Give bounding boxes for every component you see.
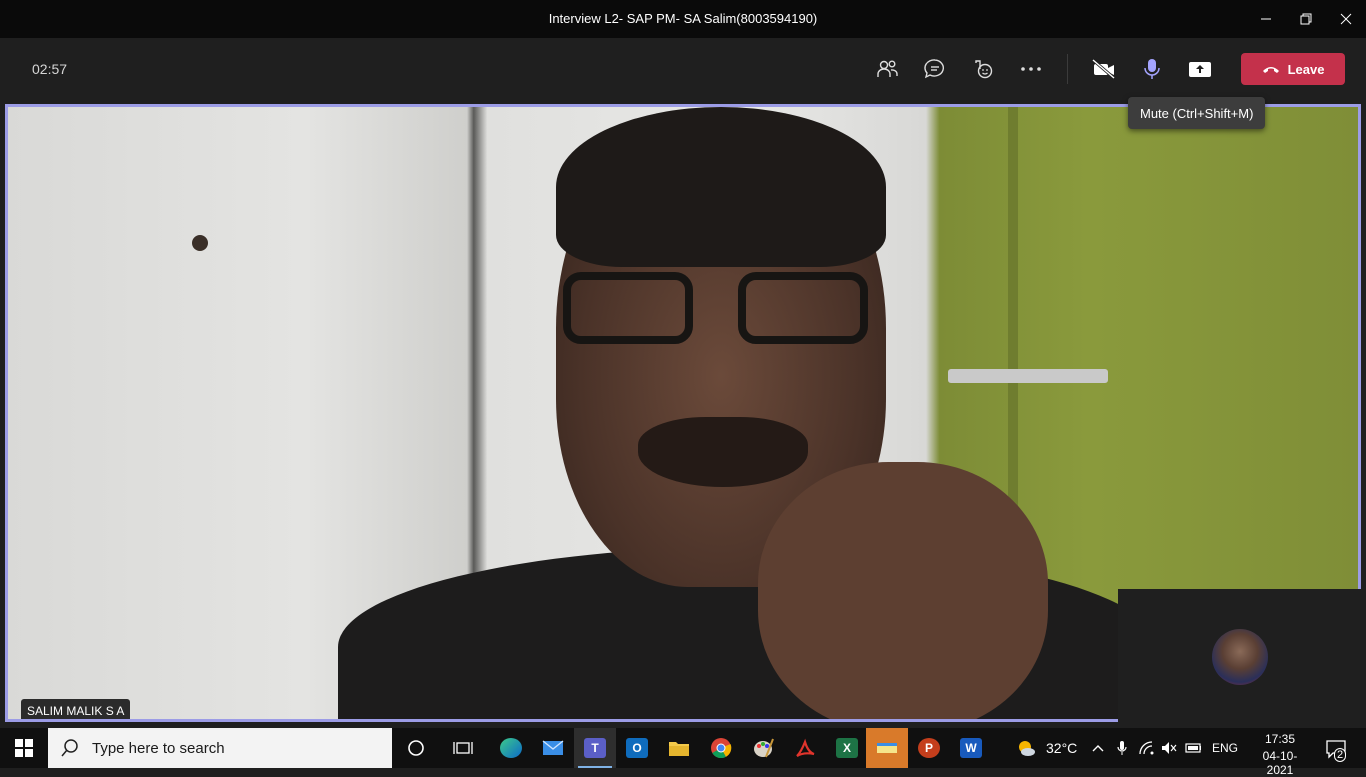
taskbar-paint[interactable] [742, 728, 784, 768]
search-placeholder: Type here to search [92, 739, 225, 757]
more-actions-button[interactable] [1013, 52, 1049, 86]
share-screen-button[interactable] [1182, 52, 1218, 86]
taskbar-mail[interactable] [532, 728, 574, 768]
weather-temperature[interactable]: 32°C [1046, 740, 1077, 756]
close-icon [1340, 13, 1352, 25]
taskbar-outlook[interactable]: O [616, 728, 658, 768]
avatar [1212, 629, 1268, 685]
show-hidden-icons-button[interactable] [1090, 740, 1106, 756]
restore-icon [1300, 13, 1312, 25]
word-icon: W [960, 738, 982, 758]
glasses-left-lens [563, 272, 693, 344]
start-button[interactable] [0, 728, 48, 768]
battery-icon[interactable] [1185, 740, 1201, 756]
reactions-button[interactable] [965, 52, 1001, 86]
task-view-icon [453, 742, 473, 754]
taskbar-file-explorer[interactable] [658, 728, 700, 768]
taskbar-search-box[interactable]: Type here to search [48, 728, 392, 768]
reactions-icon [975, 60, 993, 79]
taskbar-teams[interactable]: T [574, 728, 616, 768]
chrome-icon [711, 738, 732, 759]
task-view-button[interactable] [442, 728, 484, 768]
taskbar-edge[interactable] [490, 728, 532, 768]
weather-icon[interactable] [1016, 738, 1036, 758]
taskbar-acrobat[interactable] [784, 728, 826, 768]
windows-taskbar: Type here to search T O X P W 32°C ENG 1… [0, 728, 1366, 777]
camera-toggle-button[interactable] [1086, 52, 1122, 86]
minimize-button[interactable] [1246, 0, 1286, 38]
window-title: Interview L2- SAP PM- SA Salim(800359419… [548, 11, 818, 26]
close-button[interactable] [1326, 0, 1366, 38]
edge-icon [500, 738, 522, 758]
taskbar-excel[interactable]: X [826, 728, 868, 768]
leave-button[interactable]: Leave [1241, 53, 1345, 85]
meeting-timer: 02:57 [32, 61, 68, 77]
toolbar-divider [1067, 54, 1068, 84]
person-moustache [638, 417, 808, 487]
person-hair [556, 107, 886, 267]
hang-up-icon [1262, 67, 1279, 73]
outlook-icon: O [626, 738, 648, 758]
cortana-icon [408, 740, 424, 756]
meeting-toolbar: 02:57 Leave [0, 38, 1366, 100]
chevron-up-icon [1092, 745, 1104, 752]
share-icon [1189, 62, 1211, 77]
powerpoint-icon: P [918, 738, 940, 758]
self-view-tile[interactable] [1118, 589, 1366, 726]
video-stage: SALIM MALIK S A [0, 100, 1366, 726]
leave-label: Leave [1287, 61, 1325, 77]
search-icon [61, 739, 78, 757]
door-latch [948, 369, 1108, 383]
cortana-button[interactable] [395, 728, 437, 768]
title-bar: Interview L2- SAP PM- SA Salim(800359419… [0, 0, 1366, 38]
mail-icon [542, 740, 564, 755]
glasses-right-lens [738, 272, 868, 344]
more-icon [1021, 67, 1041, 71]
windows-logo-icon [15, 739, 33, 757]
clock-time[interactable]: 17:35 [1262, 732, 1298, 746]
paint-icon [754, 738, 774, 758]
taskbar-chrome[interactable] [700, 728, 742, 768]
language-indicator[interactable]: ENG [1212, 741, 1238, 755]
participant-name-tag: SALIM MALIK S A [21, 699, 131, 719]
minimize-icon [1261, 18, 1271, 20]
microphone-in-use-icon[interactable] [1114, 740, 1130, 756]
participants-button[interactable] [869, 52, 905, 86]
excel-icon: X [836, 738, 858, 758]
clock-date[interactable]: 04-10-2021 [1250, 749, 1310, 777]
taskbar-sticky-notes[interactable] [866, 728, 908, 768]
volume-muted-icon[interactable] [1161, 740, 1177, 756]
folder-icon [669, 742, 689, 756]
sticky-notes-icon [877, 743, 897, 753]
camera-off-icon [1092, 59, 1115, 79]
microphone-icon [1144, 59, 1160, 79]
taskbar-word[interactable]: W [950, 728, 992, 768]
wall-spot [192, 235, 208, 251]
notification-count-badge: 2 [1334, 748, 1347, 762]
participants-icon [877, 60, 898, 77]
taskbar-powerpoint[interactable]: P [908, 728, 950, 768]
mute-tooltip: Mute (Ctrl+Shift+M) [1128, 97, 1266, 129]
chat-icon [924, 59, 944, 79]
teams-icon: T [584, 738, 606, 758]
microphone-button[interactable] [1134, 52, 1170, 86]
acrobat-icon [796, 738, 815, 757]
person-hand [758, 462, 1048, 719]
chat-button[interactable] [917, 52, 953, 86]
maximize-button[interactable] [1286, 0, 1326, 38]
network-icon[interactable] [1139, 740, 1155, 756]
